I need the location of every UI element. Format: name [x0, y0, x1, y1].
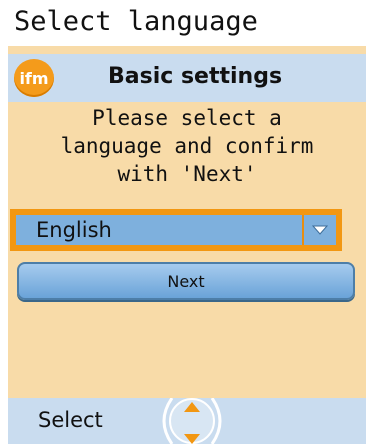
instruction-text: Please select a language and confirm wit…	[60, 106, 314, 186]
language-dropdown[interactable]: English	[10, 209, 342, 251]
dropdown-button[interactable]	[302, 215, 336, 245]
settings-panel: ifm Basic settings Please select a langu…	[8, 46, 366, 445]
chevron-down-icon	[312, 225, 328, 235]
ifm-logo-text: ifm	[19, 69, 48, 88]
ifm-logo-icon: ifm	[14, 59, 54, 97]
next-button[interactable]: Next	[17, 262, 355, 300]
up-down-navigation-icon[interactable]	[150, 397, 234, 445]
svg-text:ifm: ifm	[19, 69, 48, 88]
footer-bar: Select	[8, 397, 366, 445]
panel-header: ifm Basic settings	[8, 54, 366, 102]
panel-title: Basic settings	[108, 64, 283, 89]
language-selected-value[interactable]: English	[16, 215, 302, 245]
screen-title: Select language	[14, 6, 258, 37]
footer-select-label: Select	[38, 408, 103, 432]
